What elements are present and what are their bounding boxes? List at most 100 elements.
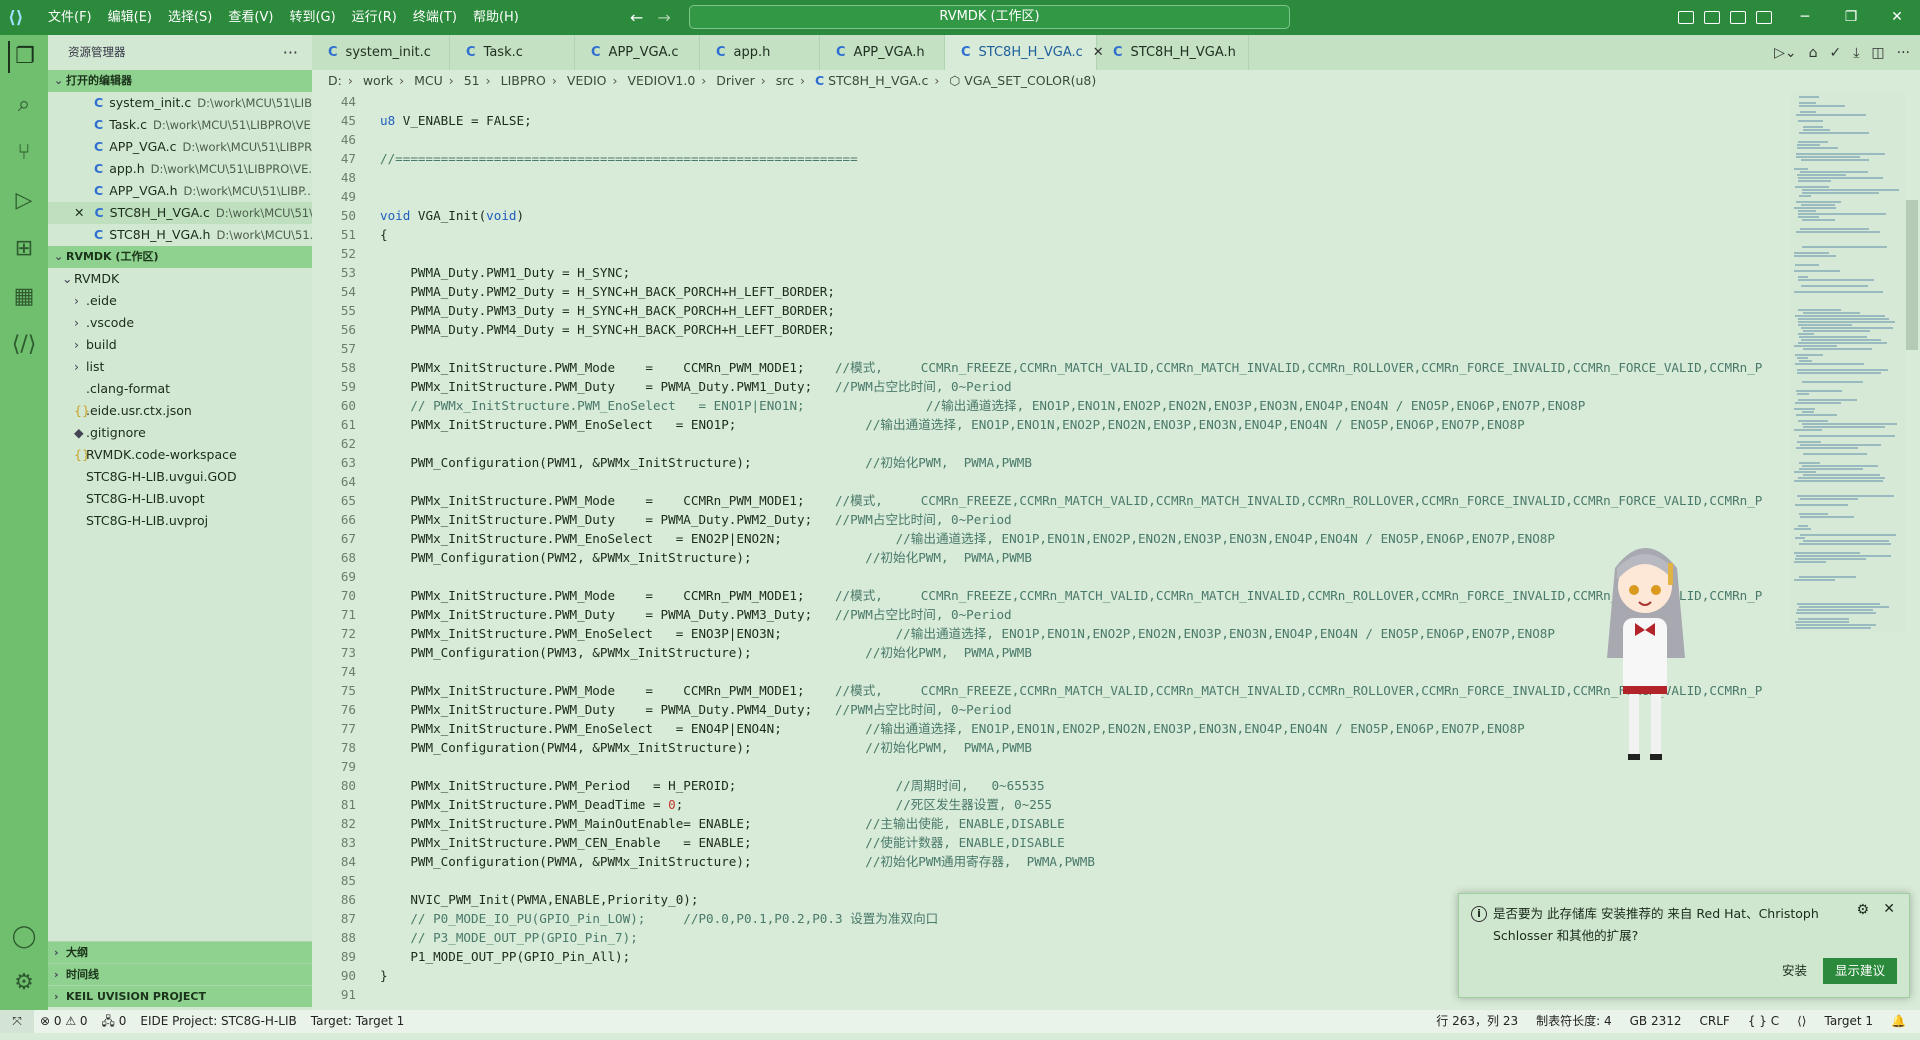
more-actions-icon[interactable]: ··· <box>283 35 298 70</box>
crumb[interactable]: VEDIO <box>567 73 607 88</box>
crumb-file[interactable]: STC8H_H_VGA.c <box>828 73 928 88</box>
notification-settings-icon[interactable]: ⚙ <box>1856 902 1869 918</box>
code-editor[interactable]: 44 45 u8 V_ENABLE = FALSE; 46 47 //==========… <box>312 92 1790 1010</box>
tab-stc8h-vga-h[interactable]: C STC8H_H_VGA.h <box>1097 35 1249 70</box>
code-line[interactable]: 79 <box>312 757 1790 776</box>
open-editors-section[interactable]: ⌄ 打开的编辑器 <box>48 70 312 92</box>
crumb[interactable]: MCU <box>414 73 443 88</box>
target-status[interactable]: Target: Target 1 <box>311 1010 405 1033</box>
code-line[interactable]: 70 PWMx_InitStructure.PWM_Mode = CCMRn_P… <box>312 586 1790 605</box>
crumb[interactable]: Driver <box>716 73 754 88</box>
eide-project-status[interactable]: EIDE Project: STC8G-H-LIB <box>140 1010 296 1033</box>
code-line[interactable]: 47 //====================================… <box>312 149 1790 168</box>
command-center[interactable]: RVMDK (工作区) <box>689 5 1290 29</box>
build-icon[interactable]: ⌂ <box>1809 45 1818 61</box>
code-line[interactable]: 77 PWMx_InitStructure.PWM_EnoSelect = EN… <box>312 719 1790 738</box>
menu-edit[interactable]: 编辑(E) <box>100 0 160 35</box>
tab-size[interactable]: 制表符长度: 4 <box>1536 1010 1612 1033</box>
file-item[interactable]: STC8G-H-LIB.uvproj <box>48 510 312 532</box>
code-line[interactable]: 61 PWMx_InitStructure.PWM_EnoSelect = EN… <box>312 415 1790 434</box>
minimap[interactable] <box>1790 92 1906 632</box>
code-line[interactable]: 48 <box>312 168 1790 187</box>
search-icon[interactable]: ⌕ <box>8 89 40 121</box>
menu-view[interactable]: 查看(V) <box>220 0 281 35</box>
file-item[interactable]: STC8G-H-LIB.uvopt <box>48 488 312 510</box>
code-line[interactable]: 84 PWM_Configuration(PWMA, &PWMx_InitStr… <box>312 852 1790 871</box>
code-line[interactable]: 63 PWM_Configuration(PWM1, &PWMx_InitStr… <box>312 453 1790 472</box>
remote-icon[interactable]: ⤧ <box>0 1010 34 1033</box>
close-window-icon[interactable]: ✕ <box>1874 0 1920 35</box>
restore-icon[interactable]: ❐ <box>1828 0 1874 35</box>
code-line[interactable]: 71 PWMx_InitStructure.PWM_Duty = PWMA_Du… <box>312 605 1790 624</box>
code-line[interactable]: 58 PWMx_InitStructure.PWM_Mode = CCMRn_P… <box>312 358 1790 377</box>
file-item[interactable]: ◆ .gitignore <box>48 422 312 444</box>
end-of-line[interactable]: CRLF <box>1700 1010 1730 1033</box>
timeline-section[interactable]: › 时间线 <box>48 963 312 985</box>
download-icon[interactable]: ⤓ <box>1853 45 1859 61</box>
code-line[interactable]: 75 PWMx_InitStructure.PWM_Mode = CCMRn_P… <box>312 681 1790 700</box>
code-line[interactable]: 82 PWMx_InitStructure.PWM_MainOutEnable=… <box>312 814 1790 833</box>
crumb[interactable]: VEDIOV1.0 <box>627 73 695 88</box>
code-line[interactable]: 57 <box>312 339 1790 358</box>
code-line[interactable]: 68 PWM_Configuration(PWM2, &PWMx_InitStr… <box>312 548 1790 567</box>
folder-item[interactable]: › list <box>48 356 312 378</box>
code-line[interactable]: 76 PWMx_InitStructure.PWM_Duty = PWMA_Du… <box>312 700 1790 719</box>
folder-item[interactable]: › .eide <box>48 290 312 312</box>
code-line[interactable]: 49 <box>312 187 1790 206</box>
chip-icon[interactable]: ▦ <box>8 281 40 313</box>
code-line[interactable]: 51 { <box>312 225 1790 244</box>
run-icon[interactable]: ▷⌄ <box>1774 45 1797 61</box>
code-line[interactable]: 81 PWMx_InitStructure.PWM_DeadTime = 0; … <box>312 795 1790 814</box>
cursor-position[interactable]: 行 263，列 23 <box>1436 1010 1518 1033</box>
more-icon[interactable]: ··· <box>1897 45 1910 61</box>
keil-project-section[interactable]: › KEIL UVISION PROJECT <box>48 985 312 1007</box>
code-line[interactable]: 74 <box>312 662 1790 681</box>
workspace-section[interactable]: ⌄ RVMDK (工作区) <box>48 246 312 268</box>
ports-status[interactable]: 🖧 0 <box>102 1010 127 1033</box>
crumb-symbol[interactable]: VGA_SET_COLOR(u8) <box>964 73 1096 88</box>
tab-system-init[interactable]: Csystem_init.c <box>312 35 450 70</box>
menu-terminal[interactable]: 终端(T) <box>405 0 465 35</box>
code-line[interactable]: 55 PWMA_Duty.PWM3_Duty = H_SYNC+H_BACK_P… <box>312 301 1790 320</box>
code-line[interactable]: 67 PWMx_InitStructure.PWM_EnoSelect = EN… <box>312 529 1790 548</box>
toggle-sidebar-icon[interactable] <box>1678 11 1694 24</box>
close-editor-icon[interactable]: ✕ <box>74 205 84 220</box>
crumb[interactable]: LIBPRO <box>501 73 546 88</box>
tab-stc8h-vga-c[interactable]: C STC8H_H_VGA.c ✕ <box>945 35 1104 70</box>
crumb[interactable]: work <box>363 73 393 88</box>
open-editor-item[interactable]: C STC8H_H_VGA.h D:\work\MCU\51... <box>48 224 312 246</box>
menu-selection[interactable]: 选择(S) <box>160 0 220 35</box>
menu-file[interactable]: 文件(F) <box>40 0 100 35</box>
crumb[interactable]: 51 <box>464 73 480 88</box>
tab-task[interactable]: C Task.c <box>450 35 575 70</box>
code-line[interactable]: 60 // PWMx_InitStructure.PWM_EnoSelect =… <box>312 396 1790 415</box>
editor-scrollbar[interactable] <box>1906 200 1918 350</box>
outline-section[interactable]: › 大纲 <box>48 941 312 963</box>
code-line[interactable]: 65 PWMx_InitStructure.PWM_Mode = CCMRn_P… <box>312 491 1790 510</box>
folder-item[interactable]: › .vscode <box>48 312 312 334</box>
settings-gear-icon[interactable]: ⚙ <box>8 967 40 999</box>
code-line[interactable]: 62 <box>312 434 1790 453</box>
forward-arrow-icon[interactable]: → <box>657 8 670 27</box>
menu-go[interactable]: 转到(G) <box>281 0 343 35</box>
code-line[interactable]: 69 <box>312 567 1790 586</box>
language-mode[interactable]: { } C <box>1748 1010 1779 1033</box>
open-editor-item-active[interactable]: ✕ C STC8H_H_VGA.c D:\work\MCU\51\... <box>48 202 312 224</box>
open-editor-item[interactable]: Csystem_init.c D:\work\MCU\51\LIB... <box>48 92 312 114</box>
open-editor-item[interactable]: Capp.h D:\work\MCU\51\LIBPRO\VE... <box>48 158 312 180</box>
account-icon[interactable]: ◯ <box>8 921 40 953</box>
code-line[interactable]: 46 <box>312 130 1790 149</box>
file-item[interactable]: STC8G-H-LIB.uvgui.GOD <box>48 466 312 488</box>
tab-app-h[interactable]: Capp.h <box>700 35 820 70</box>
tab-app-vga-c[interactable]: C APP_VGA.c <box>575 35 700 70</box>
open-editor-item[interactable]: C Task.c D:\work\MCU\51\LIBPRO\VE... <box>48 114 312 136</box>
problems-status[interactable]: ⊗ 0 ⚠ 0 <box>40 1010 88 1033</box>
file-item[interactable]: .clang-format <box>48 378 312 400</box>
code-line[interactable]: 56 PWMA_Duty.PWM4_Duty = H_SYNC+H_BACK_P… <box>312 320 1790 339</box>
folder-root[interactable]: ⌄ RVMDK <box>48 268 312 290</box>
minimize-icon[interactable]: ─ <box>1782 0 1828 35</box>
code-line[interactable]: 59 PWMx_InitStructure.PWM_Duty = PWMA_Du… <box>312 377 1790 396</box>
file-item[interactable]: {}.eide.usr.ctx.json <box>48 400 312 422</box>
code-line[interactable]: 44 <box>312 92 1790 111</box>
back-arrow-icon[interactable]: ← <box>630 8 643 27</box>
